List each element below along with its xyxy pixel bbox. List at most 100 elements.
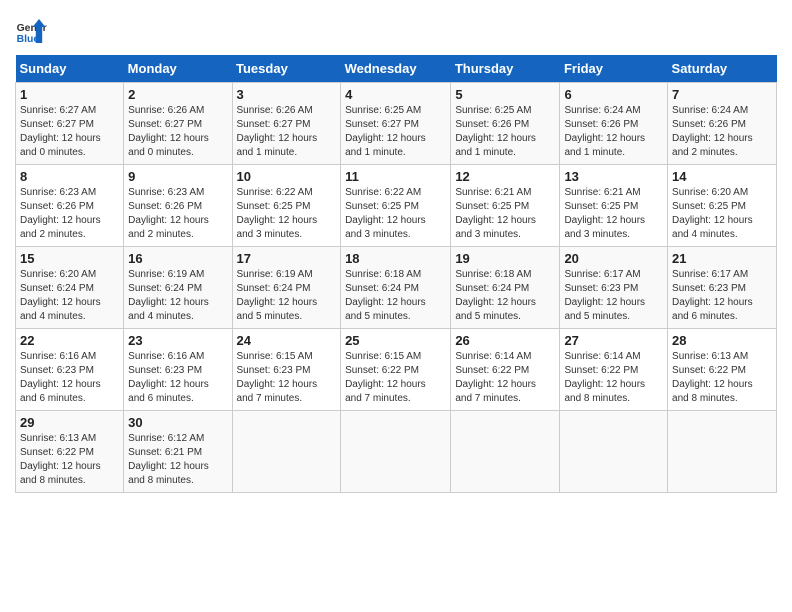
day-info: Sunrise: 6:22 AM Sunset: 6:25 PM Dayligh… (345, 186, 446, 242)
calendar-day-cell: 5 Sunrise: 6:25 AM Sunset: 6:26 PM Daylig… (451, 83, 560, 165)
day-number: 16 (128, 251, 227, 266)
calendar-day-cell: 13 Sunrise: 6:21 AM Sunset: 6:25 PM Dayli… (560, 165, 668, 247)
calendar-day-cell: 4 Sunrise: 6:25 AM Sunset: 6:27 PM Daylig… (341, 83, 451, 165)
day-number: 24 (237, 333, 337, 348)
day-number: 28 (672, 333, 772, 348)
day-info: Sunrise: 6:17 AM Sunset: 6:23 PM Dayligh… (672, 268, 772, 324)
day-info: Sunrise: 6:24 AM Sunset: 6:26 PM Dayligh… (672, 104, 772, 160)
calendar-day-cell: 24 Sunrise: 6:15 AM Sunset: 6:23 PM Dayli… (232, 329, 341, 411)
calendar-day-cell: 2 Sunrise: 6:26 AM Sunset: 6:27 PM Daylig… (124, 83, 232, 165)
day-number: 11 (345, 169, 446, 184)
page-header: General Blue (15, 15, 777, 47)
day-number: 26 (455, 333, 555, 348)
day-number: 27 (564, 333, 663, 348)
day-info: Sunrise: 6:21 AM Sunset: 6:25 PM Dayligh… (455, 186, 555, 242)
calendar-week-row: 1 Sunrise: 6:27 AM Sunset: 6:27 PM Daylig… (16, 83, 777, 165)
calendar-day-cell: 26 Sunrise: 6:14 AM Sunset: 6:22 PM Dayli… (451, 329, 560, 411)
calendar-week-row: 29Sunrise: 6:13 AM Sunset: 6:22 PM Dayli… (16, 411, 777, 493)
calendar-day-cell: 23Sunrise: 6:16 AM Sunset: 6:23 PM Dayli… (124, 329, 232, 411)
calendar-week-row: 15 Sunrise: 6:20 AM Sunset: 6:24 PM Dayli… (16, 247, 777, 329)
calendar-day-cell (341, 411, 451, 493)
day-number: 1 (20, 87, 119, 102)
day-info: Sunrise: 6:25 AM Sunset: 6:26 PM Dayligh… (455, 104, 555, 160)
day-number: 14 (672, 169, 772, 184)
calendar-day-cell: 7 Sunrise: 6:24 AM Sunset: 6:26 PM Daylig… (668, 83, 777, 165)
day-info: Sunrise: 6:20 AM Sunset: 6:24 PM Dayligh… (20, 268, 119, 324)
calendar-day-cell: 10Sunrise: 6:22 AM Sunset: 6:25 PM Dayli… (232, 165, 341, 247)
day-number: 13 (564, 169, 663, 184)
day-number: 29 (20, 415, 119, 430)
day-number: 8 (20, 169, 119, 184)
day-info: Sunrise: 6:14 AM Sunset: 6:22 PM Dayligh… (564, 350, 663, 406)
day-info: Sunrise: 6:19 AM Sunset: 6:24 PM Dayligh… (237, 268, 337, 324)
day-number: 23 (128, 333, 227, 348)
logo-icon: General Blue (15, 15, 47, 47)
day-info: Sunrise: 6:24 AM Sunset: 6:26 PM Dayligh… (564, 104, 663, 160)
day-info: Sunrise: 6:23 AM Sunset: 6:26 PM Dayligh… (20, 186, 119, 242)
day-number: 4 (345, 87, 446, 102)
header-sunday: Sunday (16, 55, 124, 83)
header-monday: Monday (124, 55, 232, 83)
calendar-day-cell: 12 Sunrise: 6:21 AM Sunset: 6:25 PM Dayli… (451, 165, 560, 247)
day-info: Sunrise: 6:18 AM Sunset: 6:24 PM Dayligh… (345, 268, 446, 324)
day-number: 6 (564, 87, 663, 102)
day-info: Sunrise: 6:21 AM Sunset: 6:25 PM Dayligh… (564, 186, 663, 242)
calendar-day-cell: 18 Sunrise: 6:18 AM Sunset: 6:24 PM Dayli… (341, 247, 451, 329)
calendar-day-cell: 15 Sunrise: 6:20 AM Sunset: 6:24 PM Dayli… (16, 247, 124, 329)
day-info: Sunrise: 6:22 AM Sunset: 6:25 PM Dayligh… (237, 186, 337, 242)
header-friday: Friday (560, 55, 668, 83)
calendar-day-cell: 16 Sunrise: 6:19 AM Sunset: 6:24 PM Dayli… (124, 247, 232, 329)
day-info: Sunrise: 6:23 AM Sunset: 6:26 PM Dayligh… (128, 186, 227, 242)
day-number: 7 (672, 87, 772, 102)
day-number: 3 (237, 87, 337, 102)
calendar-day-cell: 8 Sunrise: 6:23 AM Sunset: 6:26 PM Daylig… (16, 165, 124, 247)
calendar-day-cell: 19Sunrise: 6:18 AM Sunset: 6:24 PM Dayli… (451, 247, 560, 329)
day-number: 15 (20, 251, 119, 266)
day-info: Sunrise: 6:26 AM Sunset: 6:27 PM Dayligh… (128, 104, 227, 160)
calendar-day-cell: 20 Sunrise: 6:17 AM Sunset: 6:23 PM Dayli… (560, 247, 668, 329)
calendar-day-cell: 29Sunrise: 6:13 AM Sunset: 6:22 PM Dayli… (16, 411, 124, 493)
calendar-day-cell (451, 411, 560, 493)
calendar-day-cell: 21 Sunrise: 6:17 AM Sunset: 6:23 PM Dayli… (668, 247, 777, 329)
calendar-day-cell (232, 411, 341, 493)
day-number: 22 (20, 333, 119, 348)
calendar-day-cell: 17Sunrise: 6:19 AM Sunset: 6:24 PM Dayli… (232, 247, 341, 329)
day-info: Sunrise: 6:16 AM Sunset: 6:23 PM Dayligh… (20, 350, 119, 406)
header-wednesday: Wednesday (341, 55, 451, 83)
day-number: 21 (672, 251, 772, 266)
day-number: 2 (128, 87, 227, 102)
day-info: Sunrise: 6:15 AM Sunset: 6:23 PM Dayligh… (237, 350, 337, 406)
day-number: 20 (564, 251, 663, 266)
day-info: Sunrise: 6:20 AM Sunset: 6:25 PM Dayligh… (672, 186, 772, 242)
day-info: Sunrise: 6:17 AM Sunset: 6:23 PM Dayligh… (564, 268, 663, 324)
day-info: Sunrise: 6:25 AM Sunset: 6:27 PM Dayligh… (345, 104, 446, 160)
calendar-day-cell: 3Sunrise: 6:26 AM Sunset: 6:27 PM Daylig… (232, 83, 341, 165)
calendar-day-cell: 28Sunrise: 6:13 AM Sunset: 6:22 PM Dayli… (668, 329, 777, 411)
calendar-day-cell: 9Sunrise: 6:23 AM Sunset: 6:26 PM Daylig… (124, 165, 232, 247)
day-number: 25 (345, 333, 446, 348)
day-number: 5 (455, 87, 555, 102)
calendar-day-cell: 22 Sunrise: 6:16 AM Sunset: 6:23 PM Dayli… (16, 329, 124, 411)
calendar-day-cell (560, 411, 668, 493)
day-info: Sunrise: 6:12 AM Sunset: 6:21 PM Dayligh… (128, 432, 227, 488)
day-number: 12 (455, 169, 555, 184)
day-info: Sunrise: 6:19 AM Sunset: 6:24 PM Dayligh… (128, 268, 227, 324)
day-number: 18 (345, 251, 446, 266)
header-saturday: Saturday (668, 55, 777, 83)
calendar-week-row: 8 Sunrise: 6:23 AM Sunset: 6:26 PM Daylig… (16, 165, 777, 247)
calendar-week-row: 22 Sunrise: 6:16 AM Sunset: 6:23 PM Dayli… (16, 329, 777, 411)
day-info: Sunrise: 6:14 AM Sunset: 6:22 PM Dayligh… (455, 350, 555, 406)
day-info: Sunrise: 6:15 AM Sunset: 6:22 PM Dayligh… (345, 350, 446, 406)
calendar-day-cell: 1 Sunrise: 6:27 AM Sunset: 6:27 PM Daylig… (16, 83, 124, 165)
calendar-day-cell: 11 Sunrise: 6:22 AM Sunset: 6:25 PM Dayli… (341, 165, 451, 247)
calendar-day-cell: 30Sunrise: 6:12 AM Sunset: 6:21 PM Dayli… (124, 411, 232, 493)
calendar-day-cell: 6 Sunrise: 6:24 AM Sunset: 6:26 PM Daylig… (560, 83, 668, 165)
calendar-table: SundayMondayTuesdayWednesdayThursdayFrid… (15, 55, 777, 493)
header-tuesday: Tuesday (232, 55, 341, 83)
day-info: Sunrise: 6:18 AM Sunset: 6:24 PM Dayligh… (455, 268, 555, 324)
calendar-header-row: SundayMondayTuesdayWednesdayThursdayFrid… (16, 55, 777, 83)
calendar-day-cell: 14 Sunrise: 6:20 AM Sunset: 6:25 PM Dayli… (668, 165, 777, 247)
calendar-day-cell: 27 Sunrise: 6:14 AM Sunset: 6:22 PM Dayli… (560, 329, 668, 411)
calendar-day-cell: 25 Sunrise: 6:15 AM Sunset: 6:22 PM Dayli… (341, 329, 451, 411)
day-info: Sunrise: 6:27 AM Sunset: 6:27 PM Dayligh… (20, 104, 119, 160)
